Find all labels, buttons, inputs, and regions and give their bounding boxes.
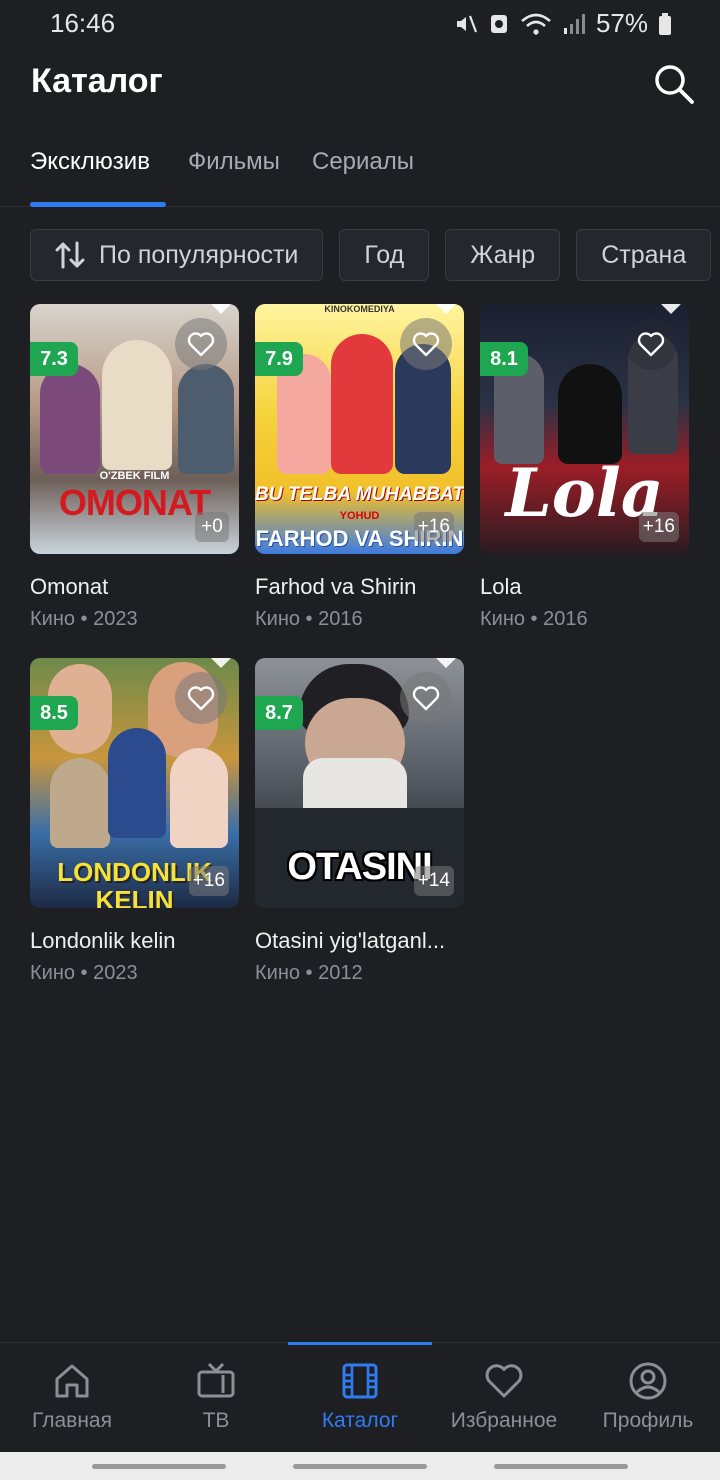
battery-icon: [659, 12, 671, 35]
page-title: Каталог: [31, 62, 163, 100]
year-filter-chip[interactable]: Год: [339, 229, 430, 281]
movie-card-lola[interactable]: Lola 8.1 +16 Lola Кино • 2016: [480, 304, 689, 631]
profile-icon: [629, 1362, 667, 1400]
movie-card-omonat[interactable]: O'ZBEK FILM OMONAT 7.3 +0 Omonat Кино • …: [30, 304, 239, 631]
movie-card-farhod-va-shirin[interactable]: KINOKOMEDIYA BU TELBA MUHABBAT YOHUD FAR…: [255, 304, 464, 631]
tab-films[interactable]: Фильмы: [188, 148, 280, 176]
favorite-button[interactable]: [625, 318, 677, 370]
movie-poster[interactable]: OTASINI 8.7 +14: [255, 658, 464, 908]
poster-top-text: KINOKOMEDIYA: [324, 304, 395, 314]
movie-meta: Кино • 2023: [30, 962, 138, 984]
poster-title: BU TELBA MUHABBAT: [255, 484, 464, 505]
poster-subtitle: O'ZBEK FILM: [99, 470, 170, 482]
heart-outline-icon: [412, 686, 440, 711]
nav-profile[interactable]: Профиль: [576, 1343, 720, 1453]
rating-badge: 7.9: [255, 342, 303, 376]
signal-icon: [563, 13, 585, 34]
movie-poster[interactable]: O'ZBEK FILM OMONAT 7.3 +0: [30, 304, 239, 554]
corner-mark: [436, 658, 456, 668]
movie-card-otasini[interactable]: OTASINI 8.7 +14 Otasini yig'latganl... К…: [255, 658, 464, 985]
tab-series[interactable]: Сериалы: [312, 148, 414, 176]
filter-chips: По популярности Год Жанр Страна: [30, 229, 712, 281]
movie-meta: Кино • 2016: [255, 608, 363, 630]
nav-home[interactable]: Главная: [0, 1343, 144, 1453]
tv-icon: [197, 1362, 235, 1398]
corner-mark: [211, 658, 231, 668]
movie-title: Farhod va Shirin: [255, 574, 417, 599]
status-time: 16:46: [50, 8, 116, 38]
nav-favorites[interactable]: Избранное: [432, 1343, 576, 1453]
favorite-button[interactable]: [400, 318, 452, 370]
nav-profile-label: Профиль: [602, 1409, 694, 1432]
nav-tv-label: ТВ: [202, 1409, 230, 1432]
movie-title: Otasini yig'latganl...: [255, 928, 446, 953]
age-rating-badge: +14: [413, 866, 454, 896]
age-rating-badge: +0: [195, 512, 229, 542]
heart-outline-icon: [187, 686, 215, 711]
sort-popularity-chip[interactable]: По популярности: [30, 229, 324, 281]
gesture-pill-left[interactable]: [92, 1464, 226, 1469]
country-filter-chip[interactable]: Страна: [576, 229, 712, 281]
rating-badge: 8.7: [255, 696, 303, 730]
favorite-button[interactable]: [400, 672, 452, 724]
category-tabs: Эксклюзив Фильмы Сериалы: [0, 140, 720, 207]
movie-title: Lola: [480, 574, 522, 599]
movie-poster[interactable]: KINOKOMEDIYA BU TELBA MUHABBAT YOHUD FAR…: [255, 304, 464, 554]
heart-outline-icon: [637, 332, 665, 357]
wifi-icon: [521, 13, 551, 35]
nav-tv[interactable]: ТВ: [144, 1343, 288, 1453]
header: Каталог: [0, 56, 720, 116]
gesture-pill-center[interactable]: [293, 1464, 427, 1469]
age-rating-badge: +16: [188, 866, 229, 896]
battery-text: 57%: [595, 8, 648, 38]
movie-title: Londonlik kelin: [30, 928, 176, 953]
bottom-navigation: Главная ТВ Каталог Избранное Профиль: [0, 1342, 720, 1452]
corner-mark: [211, 304, 231, 314]
system-gesture-bar: [0, 1452, 720, 1480]
search-button[interactable]: [652, 62, 696, 106]
nav-home-label: Главная: [32, 1409, 112, 1432]
corner-mark: [436, 304, 456, 314]
rating-badge: 7.3: [30, 342, 78, 376]
heart-outline-icon: [412, 332, 440, 357]
movie-meta: Кино • 2012: [255, 962, 363, 984]
corner-mark: [661, 304, 681, 314]
genre-filter-chip[interactable]: Жанр: [445, 229, 561, 281]
heart-outline-icon: [187, 332, 215, 357]
movie-meta: Кино • 2016: [480, 608, 588, 630]
rating-badge: 8.5: [30, 696, 78, 730]
rating-badge: 8.1: [480, 342, 528, 376]
movie-meta: Кино • 2023: [30, 608, 138, 630]
movie-poster[interactable]: LONDONLIK KELIN 8.5 +16: [30, 658, 239, 908]
nav-catalog[interactable]: Каталог: [288, 1343, 432, 1453]
age-rating-badge: +16: [413, 512, 454, 542]
nav-catalog-label: Каталог: [321, 1409, 399, 1432]
age-rating-badge: +16: [638, 512, 679, 542]
status-icons: 57%: [454, 8, 672, 39]
sort-icon: [55, 241, 85, 269]
active-tab-indicator: [30, 202, 166, 207]
heart-icon: [485, 1364, 523, 1398]
favorite-button[interactable]: [175, 318, 227, 370]
gesture-pill-right[interactable]: [494, 1464, 628, 1469]
nav-favorites-label: Избранное: [450, 1409, 558, 1432]
movie-poster[interactable]: Lola 8.1 +16: [480, 304, 689, 554]
home-icon: [55, 1364, 89, 1398]
movie-card-londonlik-kelin[interactable]: LONDONLIK KELIN 8.5 +16 Londonlik kelin …: [30, 658, 239, 985]
mute-icon: [456, 15, 477, 32]
tab-exclusive[interactable]: Эксклюзив: [30, 148, 150, 176]
sort-label: По популярности: [99, 240, 299, 269]
status-bar: 16:46 57%: [0, 0, 720, 46]
search-icon: [655, 65, 694, 104]
movie-title: Omonat: [30, 574, 109, 599]
film-icon: [342, 1363, 378, 1399]
sync-icon: [490, 14, 507, 33]
favorite-button[interactable]: [175, 672, 227, 724]
